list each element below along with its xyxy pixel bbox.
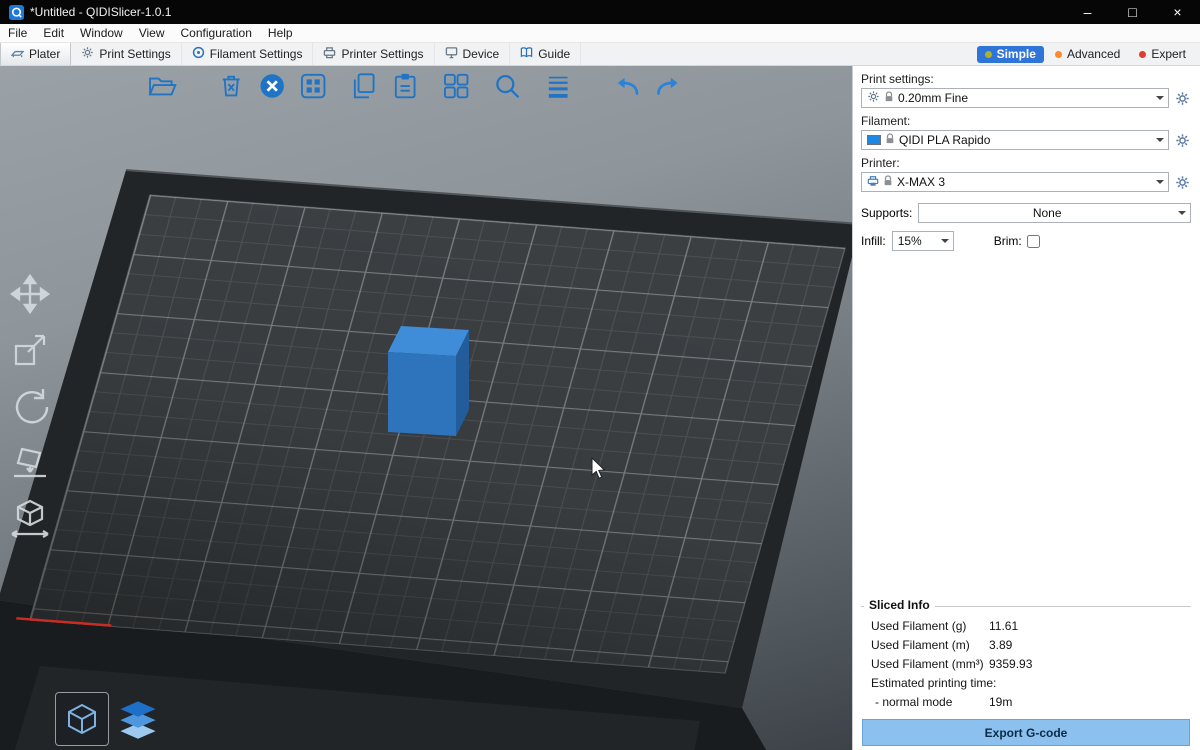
supports-label: Supports: xyxy=(861,206,912,220)
sliced-info-row: Used Filament (m) 3.89 xyxy=(863,635,1189,654)
edit-printer-icon[interactable] xyxy=(1173,175,1191,190)
printer-icon xyxy=(323,46,336,62)
split-icon[interactable] xyxy=(439,69,473,103)
chevron-down-icon xyxy=(1152,131,1168,149)
redo-icon[interactable] xyxy=(651,69,685,103)
delete-all-icon[interactable] xyxy=(255,69,289,103)
sliced-info-row: Used Filament (g) 11.61 xyxy=(863,616,1189,635)
book-icon xyxy=(520,46,533,62)
menu-window[interactable]: Window xyxy=(72,24,131,42)
tab-bar: Plater Print Settings Filament Settings … xyxy=(0,43,1200,66)
maximize-button[interactable]: □ xyxy=(1110,0,1155,24)
sliced-info-row: Used Filament (mm³) 9359.93 xyxy=(863,654,1189,673)
gizmo-toolbar xyxy=(8,272,52,540)
mode-advanced[interactable]: Advanced xyxy=(1047,46,1128,63)
advanced-mode-dot xyxy=(1055,51,1062,58)
move-icon[interactable] xyxy=(8,272,52,316)
close-button[interactable]: × xyxy=(1155,0,1200,24)
gear-icon xyxy=(81,46,94,62)
spool-icon xyxy=(192,46,205,62)
delete-icon[interactable] xyxy=(214,69,248,103)
edit-filament-icon[interactable] xyxy=(1173,133,1191,148)
sliced-info-title: Sliced Info xyxy=(864,598,935,612)
lock-icon xyxy=(883,175,893,190)
chevron-down-icon xyxy=(937,232,953,250)
filament-select[interactable]: QIDI PLA Rapido xyxy=(861,130,1169,150)
gear-icon xyxy=(867,90,880,106)
printer-icon xyxy=(867,175,879,190)
menu-file[interactable]: File xyxy=(0,24,35,42)
open-icon[interactable] xyxy=(145,69,179,103)
sliced-info-row: - normal mode 19m xyxy=(863,692,1189,711)
undo-icon[interactable] xyxy=(610,69,644,103)
filament-color-swatch xyxy=(867,135,881,145)
infill-select[interactable]: 15% xyxy=(892,231,954,251)
arrange-icon[interactable] xyxy=(296,69,330,103)
print-settings-label: Print settings: xyxy=(861,72,1191,86)
editor-view-icon[interactable] xyxy=(55,692,109,746)
sliced-info: Sliced Info Used Filament (g) 11.61 Used… xyxy=(861,606,1191,713)
view-switch xyxy=(55,692,165,746)
mode-switcher: Simple Advanced Expert xyxy=(977,43,1200,65)
export-gcode-button[interactable]: Export G-code xyxy=(862,719,1190,746)
lock-icon xyxy=(885,133,895,148)
chevron-down-icon xyxy=(1174,204,1190,222)
lock-icon xyxy=(884,91,894,106)
model-object[interactable] xyxy=(388,326,469,436)
chevron-down-icon xyxy=(1152,173,1168,191)
plater-toolbar xyxy=(145,69,685,103)
scene-canvas xyxy=(0,66,852,750)
menu-help[interactable]: Help xyxy=(260,24,301,42)
tab-plater[interactable]: Plater xyxy=(0,43,71,65)
measure-icon[interactable] xyxy=(8,496,52,540)
tab-filament-settings[interactable]: Filament Settings xyxy=(182,43,314,65)
title-bar: *Untitled - QIDISlicer-1.0.1 – □ × xyxy=(0,0,1200,24)
printer-select[interactable]: X-MAX 3 xyxy=(861,172,1169,192)
edit-print-settings-icon[interactable] xyxy=(1173,91,1191,106)
layer-height-icon[interactable] xyxy=(541,69,575,103)
tab-device[interactable]: Device xyxy=(435,43,511,65)
supports-select[interactable]: None xyxy=(918,203,1191,223)
tab-guide[interactable]: Guide xyxy=(510,43,581,65)
settings-panel: Print settings: 0.20mm Fine Filament: QI… xyxy=(852,66,1200,750)
copy-icon[interactable] xyxy=(347,69,381,103)
estimated-time-label: Estimated printing time: xyxy=(863,673,1189,692)
menu-view[interactable]: View xyxy=(131,24,173,42)
search-icon[interactable] xyxy=(490,69,524,103)
filament-label: Filament: xyxy=(861,114,1191,128)
mode-expert[interactable]: Expert xyxy=(1131,46,1194,63)
preview-icon[interactable] xyxy=(111,692,165,746)
printer-label: Printer: xyxy=(861,156,1191,170)
expert-mode-dot xyxy=(1139,51,1146,58)
monitor-icon xyxy=(445,46,458,62)
window-title: *Untitled - QIDISlicer-1.0.1 xyxy=(30,5,171,19)
chevron-down-icon xyxy=(1152,89,1168,107)
app-logo-icon xyxy=(9,5,24,20)
scale-icon[interactable] xyxy=(8,328,52,372)
plater-icon xyxy=(11,46,24,62)
rotate-icon[interactable] xyxy=(8,384,52,428)
tab-print-settings[interactable]: Print Settings xyxy=(71,43,181,65)
brim-checkbox[interactable] xyxy=(1027,235,1040,248)
simple-mode-dot xyxy=(985,51,992,58)
print-settings-select[interactable]: 0.20mm Fine xyxy=(861,88,1169,108)
paste-icon[interactable] xyxy=(388,69,422,103)
menu-bar: File Edit Window View Configuration Help xyxy=(0,24,1200,43)
menu-configuration[interactable]: Configuration xyxy=(173,24,260,42)
infill-label: Infill: xyxy=(861,234,886,248)
brim-label: Brim: xyxy=(994,234,1022,248)
minimize-button[interactable]: – xyxy=(1065,0,1110,24)
flatten-icon[interactable] xyxy=(8,440,52,484)
viewport-3d[interactable] xyxy=(0,66,852,750)
mode-simple[interactable]: Simple xyxy=(977,46,1044,63)
menu-edit[interactable]: Edit xyxy=(35,24,72,42)
tab-printer-settings[interactable]: Printer Settings xyxy=(313,43,434,65)
